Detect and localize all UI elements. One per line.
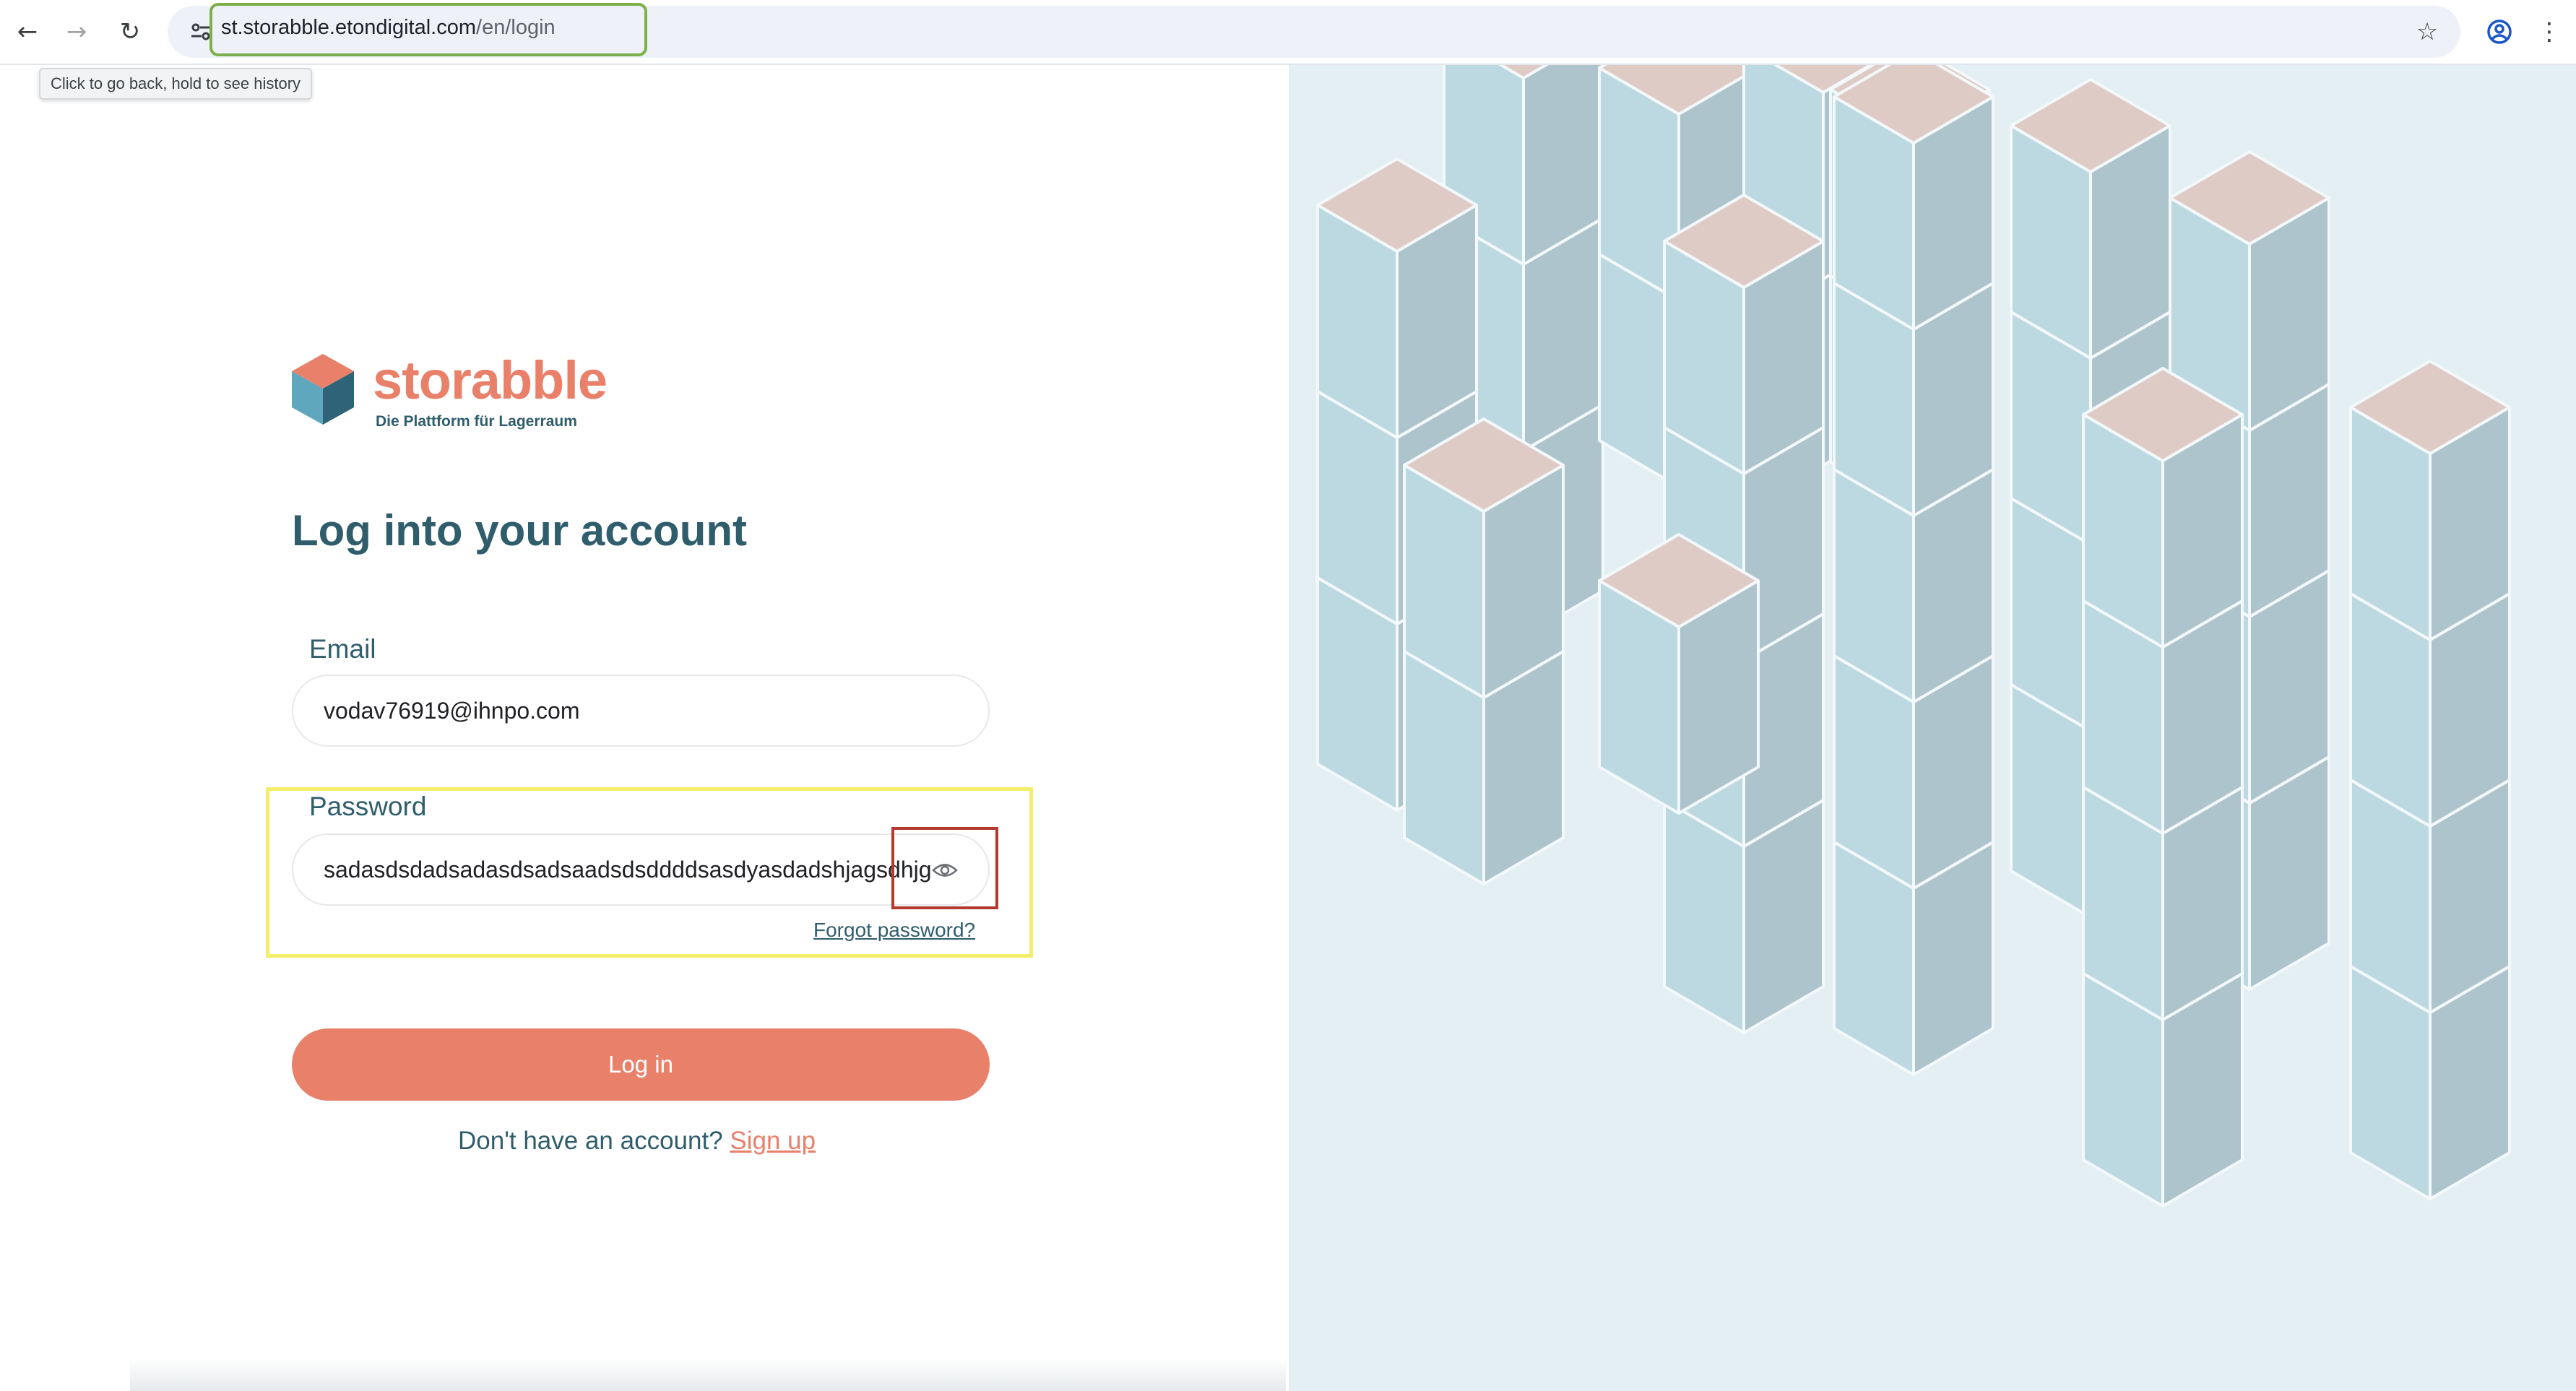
bookmark-button[interactable]: ☆ [2406, 10, 2449, 53]
account-circle-icon [2487, 20, 2512, 44]
storage-boxes-illustration [1289, 65, 2576, 1391]
logo-wordmark: storabble [373, 350, 608, 410]
email-field[interactable]: vodav76919@ihnpo.com [292, 675, 990, 747]
reload-icon: ↻ [119, 17, 141, 46]
email-label: Email [309, 634, 376, 664]
url-host: st.storabble.etondigital.com [221, 16, 477, 39]
back-tooltip: Click to go back, hold to see history [39, 68, 313, 100]
browser-toolbar: ← → ↻ st.storabble.etondigital.com/en/lo… [0, 0, 2576, 65]
browser-menu-button[interactable]: ⋮ [2531, 10, 2567, 53]
url-path: /en/login [476, 16, 556, 39]
forgot-password-link[interactable]: Forgot password? [813, 919, 975, 942]
eye-icon[interactable] [932, 859, 958, 881]
reload-button[interactable]: ↻ [108, 10, 152, 53]
forward-button[interactable]: → [55, 10, 98, 53]
star-icon: ☆ [2416, 17, 2439, 46]
logo-tagline: Die Plattform für Lagerraum [376, 413, 577, 430]
storabble-logo[interactable]: storabble Die Plattform für Lagerraum [290, 354, 623, 433]
tune-icon [191, 23, 210, 40]
page-title: Log into your account [292, 506, 747, 555]
profile-button[interactable] [2478, 10, 2521, 53]
cube-logo-icon [292, 354, 354, 425]
arrow-left-icon: ← [17, 17, 38, 46]
arrow-right-icon: → [66, 17, 87, 46]
password-field[interactable]: sadasdsdadsadasdsadsaadsdsddddsasdyasdad… [292, 833, 990, 906]
url-text[interactable]: st.storabble.etondigital.com/en/login [221, 16, 556, 40]
signup-prompt: Don't have an account? [458, 1127, 723, 1155]
signup-link[interactable]: Sign up [730, 1127, 816, 1155]
login-button[interactable]: Log in [292, 1028, 990, 1101]
footer-shadow [130, 1358, 1286, 1391]
password-label: Password [309, 792, 427, 821]
kebab-menu-icon: ⋮ [2537, 17, 2562, 46]
signup-line: Don't have an account? Sign up [458, 1127, 816, 1156]
back-button[interactable]: ← [6, 10, 49, 53]
